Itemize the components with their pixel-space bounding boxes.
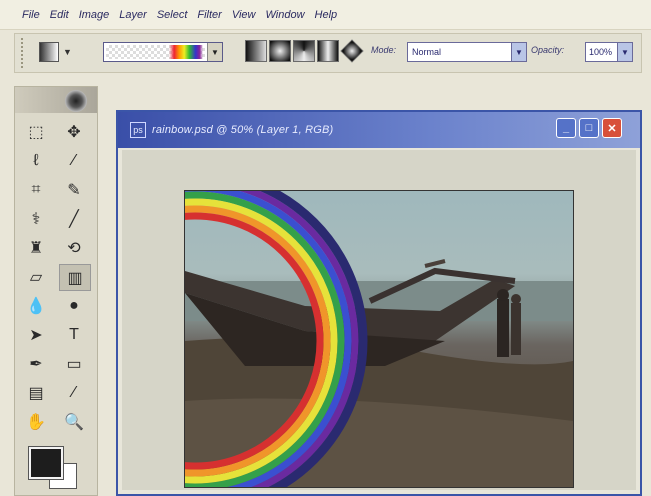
document-titlebar[interactable]: ps rainbow.psd @ 50% (Layer 1, RGB) _ □ …: [118, 112, 640, 148]
chevron-down-icon[interactable]: ▼: [207, 43, 222, 61]
menu-view[interactable]: View: [232, 9, 256, 21]
menu-edit[interactable]: Edit: [50, 9, 69, 21]
opacity-value: 100%: [589, 47, 613, 57]
menu-layer[interactable]: Layer: [119, 9, 147, 21]
minimize-button[interactable]: _: [556, 118, 576, 138]
color-swatches: [23, 443, 87, 489]
lasso-icon[interactable]: ℓ: [21, 148, 51, 173]
eyedropper-icon[interactable]: ⁄: [59, 380, 89, 405]
gradient-picker[interactable]: ▼: [103, 42, 223, 62]
healing-brush-icon[interactable]: ⚕: [21, 206, 51, 231]
notes-icon[interactable]: ▤: [21, 380, 51, 405]
mode-select[interactable]: Normal ▼: [407, 42, 527, 62]
menu-bar: File Edit Image Layer Select Filter View…: [0, 0, 651, 30]
blur-icon[interactable]: 💧: [21, 293, 51, 318]
move-icon[interactable]: ✥: [59, 119, 89, 144]
chevron-down-icon[interactable]: ▼: [617, 43, 632, 61]
toolbox-header[interactable]: [15, 87, 97, 113]
close-button[interactable]: ✕: [602, 118, 622, 138]
document-window: ps rainbow.psd @ 50% (Layer 1, RGB) _ □ …: [116, 110, 642, 496]
menu-file[interactable]: File: [22, 9, 40, 21]
tool-grid: ⬚ ✥ ℓ ⁄ ⌗ ✎ ⚕ ╱ ♜ ⟲ ▱ ▥ 💧 ● ➤ T ✒ ▭ ▤ ⁄ …: [21, 119, 93, 436]
menu-filter[interactable]: Filter: [197, 9, 221, 21]
foreground-color-swatch[interactable]: [28, 446, 64, 480]
gradient-icon[interactable]: ▥: [59, 264, 91, 291]
zoom-icon[interactable]: 🔍: [59, 409, 89, 434]
canvas-area[interactable]: [122, 150, 636, 490]
options-bar: ▼ ▼ Mode: Normal ▼ Opacity: 100% ▼: [14, 33, 642, 73]
linear-gradient-button[interactable]: [245, 40, 267, 62]
shape-icon[interactable]: ▭: [59, 351, 89, 376]
toolbox: ⬚ ✥ ℓ ⁄ ⌗ ✎ ⚕ ╱ ♜ ⟲ ▱ ▥ 💧 ● ➤ T ✒ ▭ ▤ ⁄ …: [14, 86, 98, 496]
mode-label: Mode:: [371, 45, 397, 55]
document-title: rainbow.psd @ 50% (Layer 1, RGB): [152, 124, 334, 136]
hand-icon[interactable]: ✋: [21, 409, 51, 434]
gradient-preview[interactable]: [106, 45, 205, 59]
radial-gradient-button[interactable]: [269, 40, 291, 62]
options-bar-grip[interactable]: [21, 38, 25, 68]
photoshop-eye-icon[interactable]: [65, 90, 87, 112]
magic-wand-icon[interactable]: ⁄: [59, 148, 89, 173]
chevron-down-icon[interactable]: ▼: [511, 43, 526, 61]
clone-stamp-icon[interactable]: ♜: [21, 235, 51, 260]
opacity-field[interactable]: 100% ▼: [585, 42, 633, 62]
crop-icon[interactable]: ⌗: [21, 177, 51, 202]
marquee-icon[interactable]: ⬚: [21, 119, 51, 144]
angle-gradient-button[interactable]: [293, 40, 315, 62]
menu-image[interactable]: Image: [79, 9, 110, 21]
path-selection-icon[interactable]: ➤: [21, 322, 51, 347]
menu-window[interactable]: Window: [266, 9, 305, 21]
gradient-tool-icon: [39, 42, 59, 62]
menu-select[interactable]: Select: [157, 9, 188, 21]
opacity-label: Opacity:: [531, 45, 565, 55]
document-icon: ps: [130, 122, 146, 138]
type-icon[interactable]: T: [59, 322, 89, 347]
eraser-icon[interactable]: ▱: [21, 264, 51, 289]
dodge-icon[interactable]: ●: [59, 293, 89, 318]
pen-icon[interactable]: ✒: [21, 351, 51, 376]
diamond-gradient-button[interactable]: [340, 39, 364, 63]
slice-icon[interactable]: ✎: [59, 177, 89, 202]
mode-value: Normal: [412, 47, 442, 57]
maximize-button[interactable]: □: [579, 118, 599, 138]
menu-help[interactable]: Help: [315, 9, 338, 21]
image-canvas[interactable]: [184, 190, 574, 488]
brush-icon[interactable]: ╱: [59, 206, 89, 231]
reflected-gradient-button[interactable]: [317, 40, 339, 62]
history-brush-icon[interactable]: ⟲: [59, 235, 89, 260]
tool-preset-picker[interactable]: ▼: [39, 42, 79, 62]
chevron-down-icon: ▼: [63, 47, 72, 57]
photo-content: [185, 191, 573, 487]
